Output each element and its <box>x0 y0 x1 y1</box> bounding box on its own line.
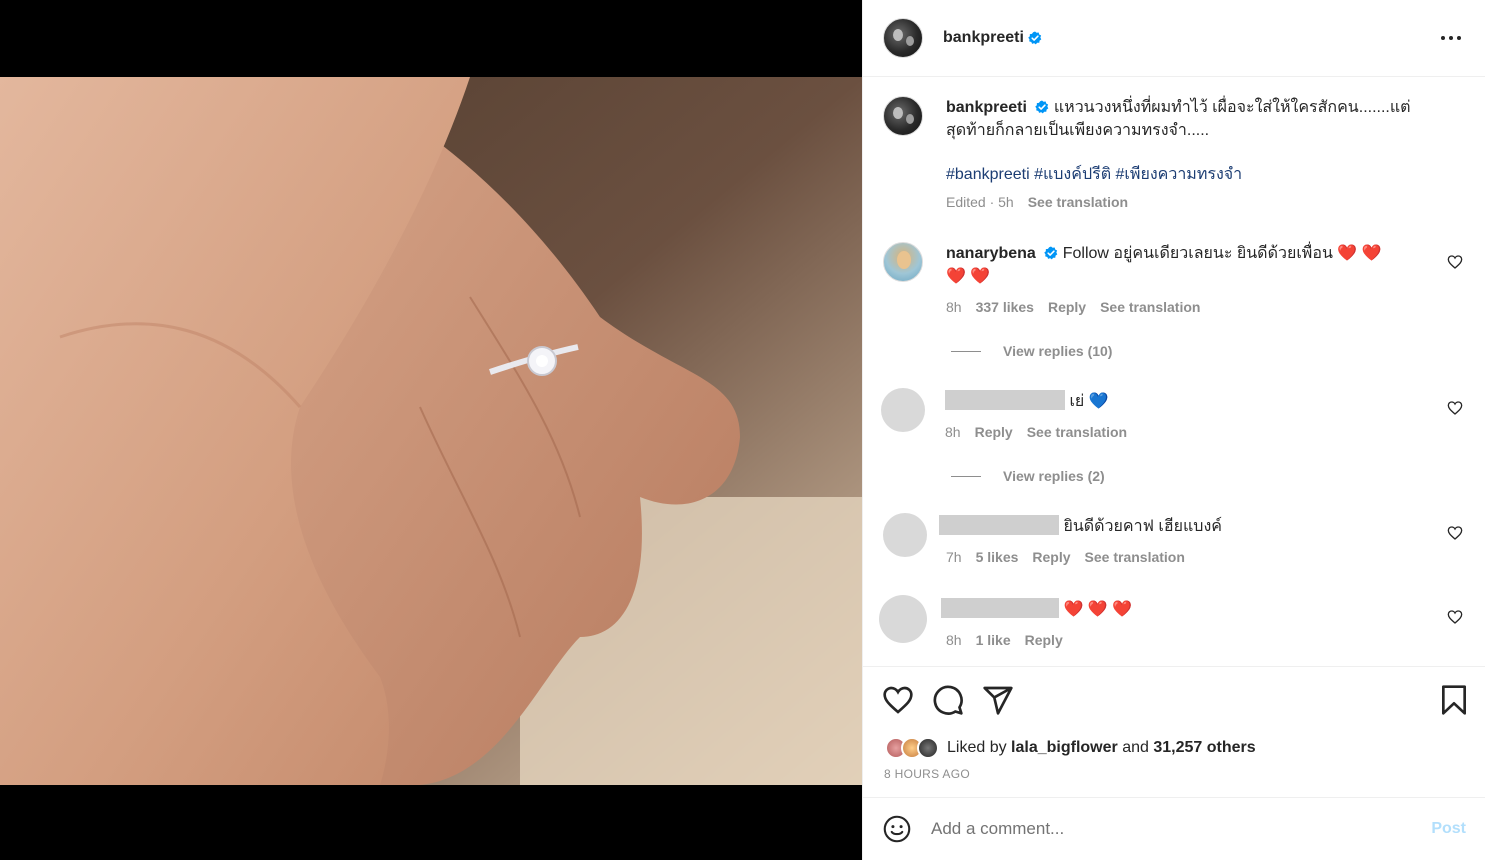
redacted-username <box>941 598 1059 618</box>
comment-likes[interactable]: 5 likes <box>976 546 1019 569</box>
liked-by-user[interactable]: lala_bigflower <box>1011 739 1118 757</box>
comment-text: เย่ 💙 <box>1069 393 1109 410</box>
see-translation-button[interactable]: See translation <box>1100 296 1200 319</box>
comment-time: 8h <box>946 299 962 315</box>
caption-time: Edited · 5h <box>946 194 1014 210</box>
comment-like-heart-icon[interactable] <box>1447 525 1463 541</box>
replies-divider <box>951 350 981 352</box>
verified-badge-icon <box>1028 31 1042 45</box>
view-replies-label: View replies (10) <box>1003 343 1113 359</box>
commenter-avatar[interactable] <box>883 242 923 282</box>
comment-item: ยินดีด้วยคาฟ เฮียแบงค์ 7h 5 likes Reply … <box>883 513 1463 565</box>
liked-by-prefix: Liked by <box>947 739 1007 756</box>
commenter-avatar[interactable] <box>881 388 925 432</box>
comment-item: ❤️ ❤️ ❤️ 8h 1 like Reply <box>879 595 1463 648</box>
view-replies-button[interactable]: View replies (10) <box>951 343 1112 359</box>
verified-badge-icon <box>1044 246 1058 260</box>
replies-divider <box>951 475 981 477</box>
media-pane <box>0 0 862 860</box>
comment-item: เย่ 💙 8h Reply See translation <box>881 388 1463 440</box>
like-heart-icon[interactable] <box>882 684 914 716</box>
more-options-icon[interactable] <box>1439 26 1463 50</box>
comment-bubble-icon[interactable] <box>932 684 964 716</box>
post-timestamp: 8 HOURS AGO <box>884 767 970 781</box>
comment-like-heart-icon[interactable] <box>1447 609 1463 625</box>
comment-likes[interactable]: 1 like <box>976 629 1011 652</box>
comment-like-heart-icon[interactable] <box>1447 400 1463 416</box>
reply-button[interactable]: Reply <box>1032 546 1070 569</box>
post-actions: Liked by lala_bigflower and 31,257 other… <box>863 666 1485 797</box>
post-photo[interactable] <box>0 77 862 785</box>
side-panel: bankpreeti bankpreeti แหวนวงหนึ่งที่ผมทำ… <box>862 0 1485 860</box>
caption-username[interactable]: bankpreeti <box>946 99 1027 116</box>
likes-summary[interactable]: Liked by lala_bigflower and 31,257 other… <box>885 737 1256 759</box>
add-comment-input[interactable] <box>931 819 1432 839</box>
commenter-username[interactable]: nanarybena <box>946 245 1036 262</box>
comment-composer: Post <box>863 797 1485 860</box>
caption: bankpreeti แหวนวงหนึ่งที่ผมทำไว้ เผื่อจะ… <box>883 96 1463 210</box>
caption-see-translation[interactable]: See translation <box>1028 191 1128 214</box>
author-username[interactable]: bankpreeti <box>943 29 1024 47</box>
see-translation-button[interactable]: See translation <box>1085 546 1185 569</box>
commenter-avatar[interactable] <box>879 595 927 643</box>
liker-avatars <box>885 737 939 759</box>
see-translation-button[interactable]: See translation <box>1027 421 1127 444</box>
author-avatar[interactable] <box>883 18 923 58</box>
post-comment-button[interactable]: Post <box>1431 820 1466 838</box>
comment-time: 8h <box>945 424 961 440</box>
redacted-username <box>945 390 1065 410</box>
comment-like-heart-icon[interactable] <box>1447 254 1463 270</box>
comment-item: nanarybena Follow อยู่คนเดียวเลยนะ ยินดี… <box>883 242 1463 315</box>
commenter-avatar[interactable] <box>883 513 927 557</box>
redacted-username <box>939 515 1059 535</box>
comment-time: 8h <box>946 632 962 648</box>
reply-button[interactable]: Reply <box>975 421 1013 444</box>
reply-button[interactable]: Reply <box>1025 629 1063 652</box>
share-send-icon[interactable] <box>982 684 1014 716</box>
verified-badge-icon <box>1035 100 1049 114</box>
caption-hashtags[interactable]: #bankpreeti #แบงค์ปรีติ #เพียงความทรงจำ <box>946 163 1423 186</box>
view-replies-button[interactable]: View replies (2) <box>951 468 1105 484</box>
comment-time: 7h <box>946 549 962 565</box>
liked-by-and: and <box>1122 739 1149 756</box>
caption-author-avatar[interactable] <box>883 96 923 136</box>
comment-likes[interactable]: 337 likes <box>976 296 1034 319</box>
comment-text: ❤️ ❤️ ❤️ <box>1063 601 1133 618</box>
instagram-post-view: bankpreeti bankpreeti แหวนวงหนึ่งที่ผมทำ… <box>0 0 1485 860</box>
comments-list[interactable]: bankpreeti แหวนวงหนึ่งที่ผมทำไว้ เผื่อจะ… <box>863 78 1485 666</box>
comment-text: ยินดีด้วยคาฟ เฮียแบงค์ <box>1063 518 1222 535</box>
save-bookmark-icon[interactable] <box>1438 684 1470 716</box>
reply-button[interactable]: Reply <box>1048 296 1086 319</box>
view-replies-label: View replies (2) <box>1003 468 1105 484</box>
liked-by-others[interactable]: 31,257 others <box>1153 739 1255 757</box>
post-header: bankpreeti <box>863 0 1485 77</box>
emoji-smiley-icon[interactable] <box>883 815 911 843</box>
